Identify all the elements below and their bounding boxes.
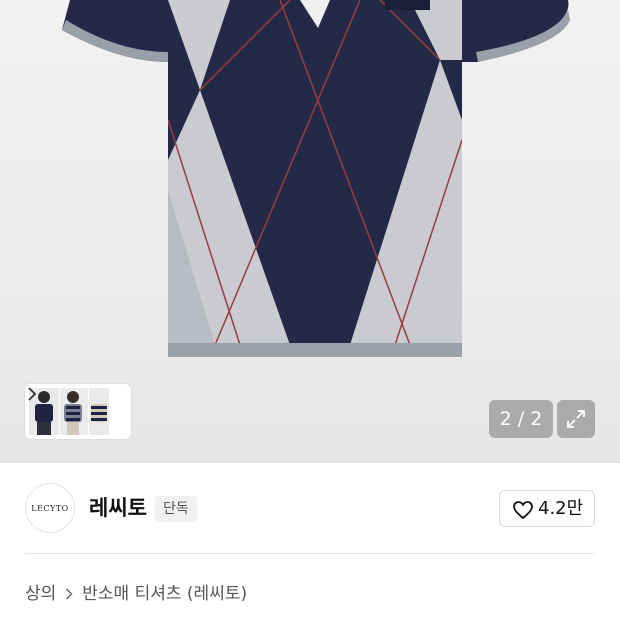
breadcrumb-subcategory[interactable]: 반소매 티셔츠 (레씨토) bbox=[82, 580, 247, 608]
breadcrumb: 상의 반소매 티셔츠 (레씨토) bbox=[25, 580, 247, 608]
thumbnail-images bbox=[29, 388, 109, 435]
chevron-right-icon bbox=[66, 588, 73, 600]
heart-icon bbox=[513, 501, 533, 520]
brand-name[interactable]: 레씨토 bbox=[89, 493, 147, 523]
breadcrumb-category[interactable]: 상의 bbox=[25, 580, 56, 608]
expand-button[interactable] bbox=[557, 400, 595, 438]
like-button[interactable]: 4.2만 bbox=[499, 490, 595, 527]
page-counter: 2 / 2 bbox=[489, 400, 553, 438]
exclusive-badge: 단독 bbox=[155, 496, 197, 522]
brand-row: LECYTO 레씨토 단독 4.2만 bbox=[0, 463, 620, 553]
thumbnail-strip[interactable] bbox=[25, 384, 131, 439]
product-image-gallery[interactable]: 2 / 2 bbox=[0, 0, 620, 463]
chevron-right-icon[interactable] bbox=[25, 384, 39, 404]
brand-logo[interactable]: LECYTO bbox=[25, 483, 75, 533]
expand-icon bbox=[567, 410, 585, 428]
divider bbox=[25, 553, 595, 554]
like-count: 4.2만 bbox=[538, 498, 584, 519]
